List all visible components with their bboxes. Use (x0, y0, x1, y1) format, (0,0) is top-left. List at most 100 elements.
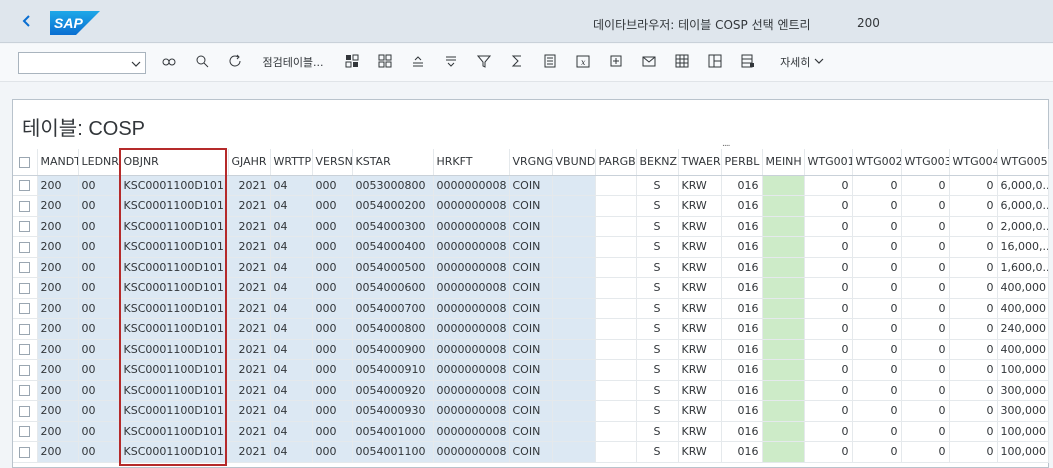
cell-wtg004[interactable]: 0 (949, 175, 998, 196)
cell-versn[interactable]: 000 (312, 277, 353, 299)
cell-twaer[interactable]: KRW (678, 318, 722, 340)
cell-wtg005[interactable]: 100,000 (997, 359, 1049, 381)
cell-perbl[interactable]: 016 (721, 380, 763, 401)
cell-vrgng[interactable]: COIN (509, 318, 553, 340)
export-icon[interactable] (607, 54, 625, 72)
mail-icon[interactable] (640, 54, 658, 72)
cell-twaer[interactable]: KRW (678, 216, 722, 237)
cell-wrttp[interactable]: 04 (270, 421, 313, 442)
cell-wtg004[interactable]: 0 (949, 236, 998, 258)
cell-lednr[interactable]: 00 (78, 441, 121, 463)
cell-objnr[interactable]: KSC0001100D101 (120, 359, 229, 381)
cell-versn[interactable]: 000 (312, 257, 353, 278)
cell-mandt[interactable]: 200 (37, 380, 79, 401)
cell-wtg003[interactable]: 0 (901, 421, 950, 442)
cell-objnr[interactable]: KSC0001100D101 (120, 400, 229, 422)
grid-select-icon[interactable] (376, 54, 394, 72)
cell-kstar[interactable]: 0054000600 (352, 277, 434, 299)
cell-wtg001[interactable]: 0 (804, 421, 853, 442)
cell-mandt[interactable]: 200 (37, 318, 79, 340)
cell-wrttp[interactable]: 04 (270, 216, 313, 237)
cell-vrgng[interactable]: COIN (509, 236, 553, 258)
cell-wtg002[interactable]: 0 (852, 298, 902, 319)
cell-lednr[interactable]: 00 (78, 400, 121, 422)
cell-wrttp[interactable]: 04 (270, 298, 313, 319)
cell-pargb[interactable] (595, 441, 637, 463)
cell-hrkft[interactable]: 0000000008 (433, 216, 510, 237)
cell-wtg002[interactable]: 0 (852, 441, 902, 463)
sum-icon[interactable] (508, 54, 526, 72)
cell-objnr[interactable]: KSC0001100D101 (120, 277, 229, 299)
cell-wtg001[interactable]: 0 (804, 175, 853, 196)
cell-wrttp[interactable]: 04 (270, 175, 313, 196)
document-icon[interactable] (541, 54, 559, 72)
cell-wtg003[interactable]: 0 (901, 298, 950, 319)
cell-meinh[interactable] (762, 359, 805, 381)
cell-vrgng[interactable]: COIN (509, 175, 553, 196)
column-header-objnr[interactable]: OBJNR (120, 149, 229, 176)
cell-beknz[interactable]: S (636, 257, 679, 278)
cell-beknz[interactable]: S (636, 421, 679, 442)
cell-wrttp[interactable]: 04 (270, 400, 313, 422)
cell-wtg001[interactable]: 0 (804, 298, 853, 319)
cell-mandt[interactable]: 200 (37, 339, 79, 360)
cell-versn[interactable]: 000 (312, 339, 353, 360)
table-row[interactable]: 200 00 KSC0001100D101 2021 04 000 0054000400 00… (13, 236, 1049, 258)
row-select-checkbox[interactable] (13, 236, 38, 258)
cell-mandt[interactable]: 200 (37, 175, 79, 196)
row-select-checkbox[interactable] (13, 298, 38, 319)
cell-wtg005[interactable]: 240,000 (997, 318, 1049, 340)
table-row[interactable]: 200 00 KSC0001100D101 2021 04 000 0054000900 00… (13, 339, 1049, 360)
cell-gjahr[interactable]: 2021 (228, 236, 271, 258)
column-header-vrgng[interactable]: VRGNG (509, 149, 553, 176)
cell-meinh[interactable] (762, 339, 805, 360)
cell-wtg003[interactable]: 0 (901, 216, 950, 237)
cell-wtg005[interactable]: 6,000,0... (997, 195, 1049, 217)
cell-twaer[interactable]: KRW (678, 421, 722, 442)
cell-gjahr[interactable]: 2021 (228, 318, 271, 340)
column-header-perbl[interactable]: PERBL (721, 149, 763, 176)
cell-lednr[interactable]: 00 (78, 339, 121, 360)
cell-twaer[interactable]: KRW (678, 359, 722, 381)
cell-gjahr[interactable]: 2021 (228, 195, 271, 217)
cell-pargb[interactable] (595, 175, 637, 196)
cell-wtg003[interactable]: 0 (901, 277, 950, 299)
cell-hrkft[interactable]: 0000000008 (433, 359, 510, 381)
cell-wtg002[interactable]: 0 (852, 216, 902, 237)
row-select-checkbox[interactable] (13, 277, 38, 299)
cell-hrkft[interactable]: 0000000008 (433, 195, 510, 217)
cell-wtg005[interactable]: 300,000 (997, 400, 1049, 422)
cell-perbl[interactable]: 016 (721, 359, 763, 381)
cell-wrttp[interactable]: 04 (270, 380, 313, 401)
cell-twaer[interactable]: KRW (678, 298, 722, 319)
cell-vbund[interactable] (552, 277, 596, 299)
cell-wrttp[interactable]: 04 (270, 339, 313, 360)
cell-wtg004[interactable]: 0 (949, 421, 998, 442)
cell-wtg001[interactable]: 0 (804, 216, 853, 237)
cell-wtg004[interactable]: 0 (949, 380, 998, 401)
cell-pargb[interactable] (595, 380, 637, 401)
cell-meinh[interactable] (762, 380, 805, 401)
cell-kstar[interactable]: 0053000800 (352, 175, 434, 196)
table-row[interactable]: 200 00 KSC0001100D101 2021 04 000 0054000700 00… (13, 298, 1049, 319)
cell-wtg004[interactable]: 0 (949, 195, 998, 217)
cell-wtg002[interactable]: 0 (852, 236, 902, 258)
cell-kstar[interactable]: 0054000300 (352, 216, 434, 237)
row-select-checkbox[interactable] (13, 339, 38, 360)
cell-perbl[interactable]: 016 (721, 400, 763, 422)
cell-beknz[interactable]: S (636, 236, 679, 258)
cell-meinh[interactable] (762, 195, 805, 217)
cell-wtg002[interactable]: 0 (852, 318, 902, 340)
cell-meinh[interactable] (762, 400, 805, 422)
cell-wtg004[interactable]: 0 (949, 257, 998, 278)
cell-perbl[interactable]: 016 (721, 216, 763, 237)
cell-wtg001[interactable]: 0 (804, 380, 853, 401)
cell-beknz[interactable]: S (636, 359, 679, 381)
cell-twaer[interactable]: KRW (678, 195, 722, 217)
cell-vbund[interactable] (552, 339, 596, 360)
cell-lednr[interactable]: 00 (78, 195, 121, 217)
cell-mandt[interactable]: 200 (37, 298, 79, 319)
cell-perbl[interactable]: 016 (721, 236, 763, 258)
cell-perbl[interactable]: 016 (721, 257, 763, 278)
row-select-checkbox[interactable] (13, 400, 38, 422)
